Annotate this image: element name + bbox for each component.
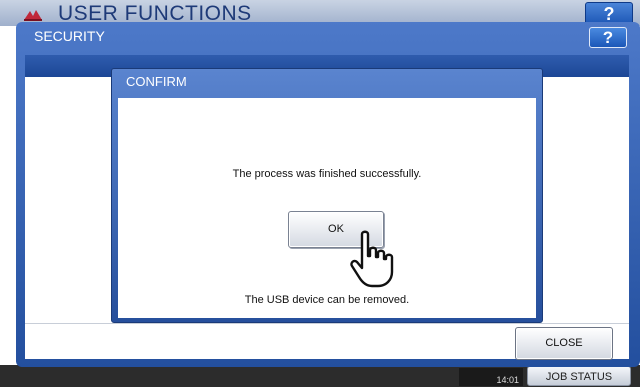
usb-removal-note: The USB device can be removed.: [244, 294, 410, 306]
confirm-dialog-body: The process was finished successfully. O…: [118, 98, 536, 318]
job-status-button[interactable]: JOB STATUS: [527, 366, 631, 386]
security-dialog-title: SECURITY: [34, 28, 105, 44]
divider: [25, 323, 629, 324]
confirm-message: The process was finished successfully.: [232, 168, 422, 180]
security-help-button[interactable]: ?: [589, 27, 627, 48]
status-bar: 14:01 JOB STATUS: [0, 365, 640, 387]
close-button[interactable]: CLOSE: [515, 327, 613, 360]
confirm-dialog: CONFIRM The process was finished success…: [111, 68, 543, 323]
hand-pointer-icon: [350, 230, 394, 288]
logo-icon: [24, 10, 42, 21]
confirm-dialog-title: CONFIRM: [126, 74, 187, 89]
clock-display: 14:01: [459, 368, 523, 386]
